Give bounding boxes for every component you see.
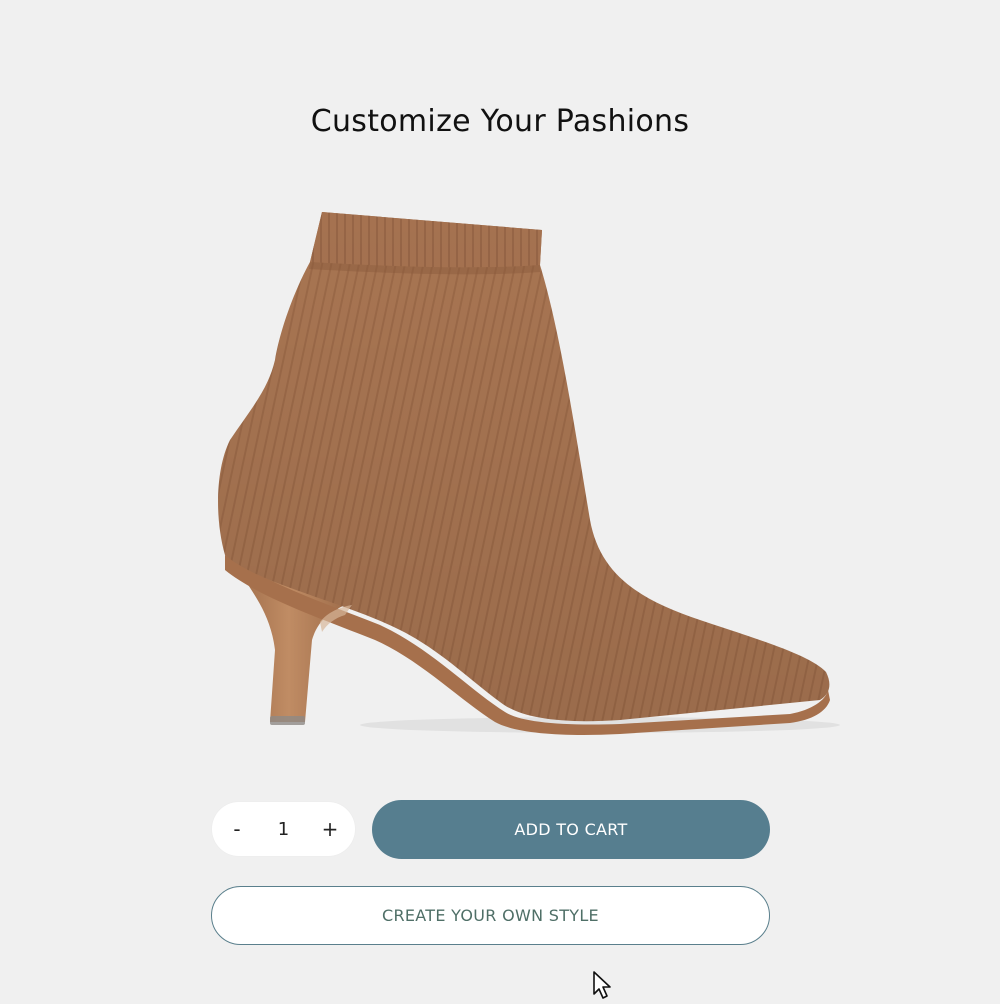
quantity-stepper[interactable]: - 1 + [212, 802, 355, 856]
decrement-button[interactable]: - [220, 812, 254, 846]
ankle-boot-icon [218, 212, 840, 735]
add-to-cart-button[interactable]: ADD TO CART [372, 800, 770, 859]
page-title: Customize Your Pashions [310, 104, 690, 139]
product-image [200, 195, 850, 755]
quantity-value[interactable]: 1 [254, 819, 313, 840]
create-your-own-style-button[interactable]: CREATE YOUR OWN STYLE [211, 886, 770, 945]
increment-button[interactable]: + [313, 812, 347, 846]
mouse-cursor-icon [592, 970, 614, 1000]
